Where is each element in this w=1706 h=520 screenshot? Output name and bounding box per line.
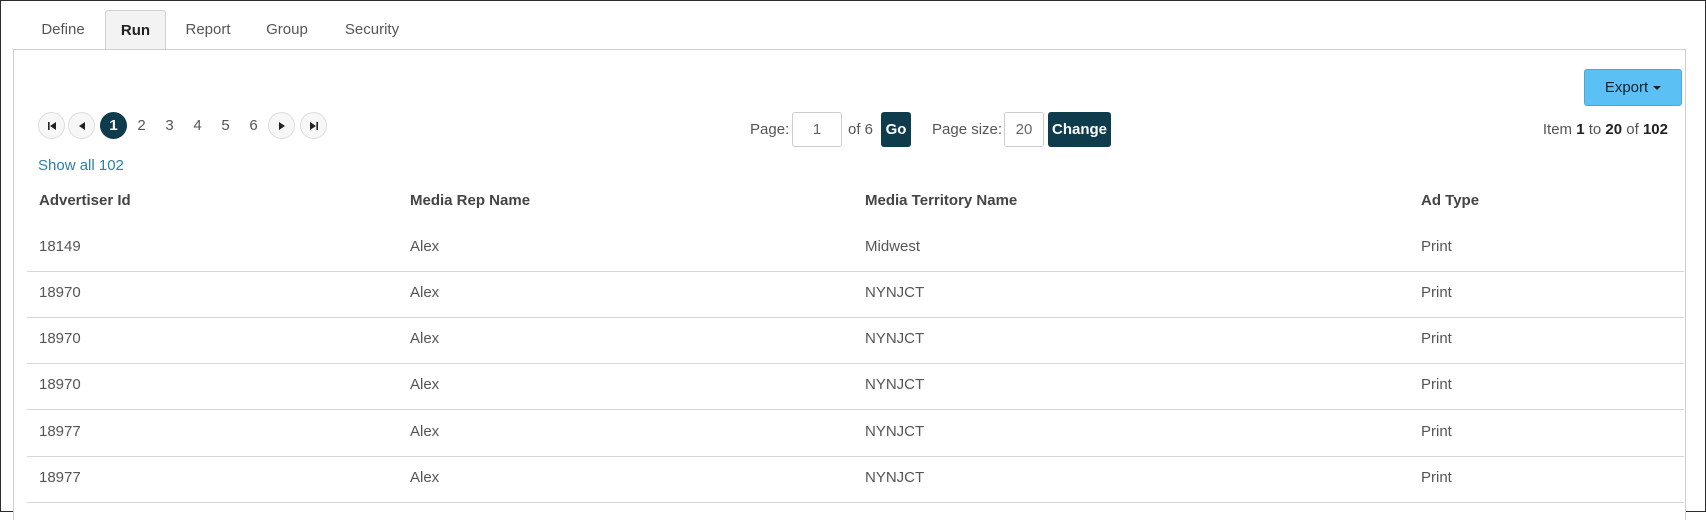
cell-media-territory-name: NYNJCT	[865, 423, 925, 440]
prev-page-button[interactable]	[68, 112, 95, 139]
column-header-media-territory-name[interactable]: Media Territory Name	[865, 192, 1017, 209]
cell-media-territory-name: NYNJCT	[865, 330, 925, 347]
change-button[interactable]: Change	[1048, 112, 1111, 147]
page-size-label: Page size:	[932, 121, 1003, 138]
first-page-button[interactable]	[38, 112, 65, 139]
cell-media-territory-name: NYNJCT	[865, 376, 925, 393]
tab-define[interactable]: Define	[23, 10, 103, 49]
tab-group[interactable]: Group	[253, 10, 321, 49]
cell-advertiser-id: 18970	[39, 330, 81, 347]
cell-media-rep-name: Alex	[410, 238, 440, 255]
caret-down-icon	[1653, 86, 1662, 91]
row-divider	[27, 317, 1684, 318]
item-range-text: Item 1 to 20 of 102	[1543, 121, 1668, 138]
export-button[interactable]: Export	[1584, 69, 1682, 106]
cell-ad-type: Print	[1421, 284, 1452, 301]
row-divider	[27, 409, 1684, 410]
tab-run[interactable]: Run	[105, 10, 166, 51]
report-window: Define Run Report Group Security Export …	[0, 0, 1706, 520]
tab-security[interactable]: Security	[331, 10, 413, 49]
cell-media-rep-name: Alex	[410, 469, 440, 486]
cell-media-territory-name: Midwest	[865, 238, 921, 255]
next-page-icon	[278, 121, 285, 130]
cell-advertiser-id: 18977	[39, 423, 81, 440]
export-label: Export	[1604, 79, 1649, 96]
range-end: 20	[1605, 121, 1623, 138]
page-number-5[interactable]: 5	[212, 112, 239, 139]
cell-advertiser-id: 18149	[39, 238, 81, 255]
range-of-word: of	[1626, 121, 1639, 138]
range-to-word: to	[1588, 121, 1602, 138]
go-button[interactable]: Go	[881, 112, 911, 147]
cell-media-rep-name: Alex	[410, 376, 440, 393]
cell-ad-type: Print	[1421, 330, 1452, 347]
cell-advertiser-id: 18977	[39, 469, 81, 486]
cell-media-rep-name: Alex	[410, 284, 440, 301]
cell-ad-type: Print	[1421, 469, 1452, 486]
range-total: 102	[1642, 121, 1668, 138]
column-header-ad-type[interactable]: Ad Type	[1421, 192, 1479, 209]
range-item-word: Item	[1542, 121, 1573, 138]
cell-advertiser-id: 18970	[39, 284, 81, 301]
page-number-4[interactable]: 4	[184, 112, 211, 139]
prev-page-icon	[78, 121, 85, 130]
cell-media-rep-name: Alex	[410, 330, 440, 347]
cell-ad-type: Print	[1421, 238, 1452, 255]
page-number-2[interactable]: 2	[128, 112, 155, 139]
page-number-3[interactable]: 3	[156, 112, 183, 139]
cell-advertiser-id: 18970	[39, 376, 81, 393]
cell-media-territory-name: NYNJCT	[865, 284, 925, 301]
cell-ad-type: Print	[1421, 423, 1452, 440]
first-page-icon	[47, 121, 56, 130]
tab-report[interactable]: Report	[173, 10, 243, 49]
page-count-label: of 6	[848, 121, 874, 138]
page-number-6[interactable]: 6	[240, 112, 267, 139]
last-page-icon	[309, 121, 318, 130]
row-divider	[27, 456, 1684, 457]
last-page-button[interactable]	[300, 112, 327, 139]
show-all-link[interactable]: Show all 102	[38, 157, 124, 174]
range-start: 1	[1576, 121, 1585, 138]
row-divider	[27, 502, 1684, 503]
cell-ad-type: Print	[1421, 376, 1452, 393]
page-label: Page:	[750, 121, 790, 138]
page-number-1[interactable]: 1	[100, 112, 127, 139]
cell-media-territory-name: NYNJCT	[865, 469, 925, 486]
row-divider	[27, 363, 1684, 364]
page-size-input[interactable]	[1004, 112, 1044, 147]
column-header-media-rep-name[interactable]: Media Rep Name	[410, 192, 530, 209]
next-page-button[interactable]	[268, 112, 295, 139]
row-divider	[27, 271, 1684, 272]
page-number-input[interactable]	[792, 112, 842, 147]
cell-media-rep-name: Alex	[410, 423, 440, 440]
column-header-advertiser-id[interactable]: Advertiser Id	[39, 192, 131, 209]
